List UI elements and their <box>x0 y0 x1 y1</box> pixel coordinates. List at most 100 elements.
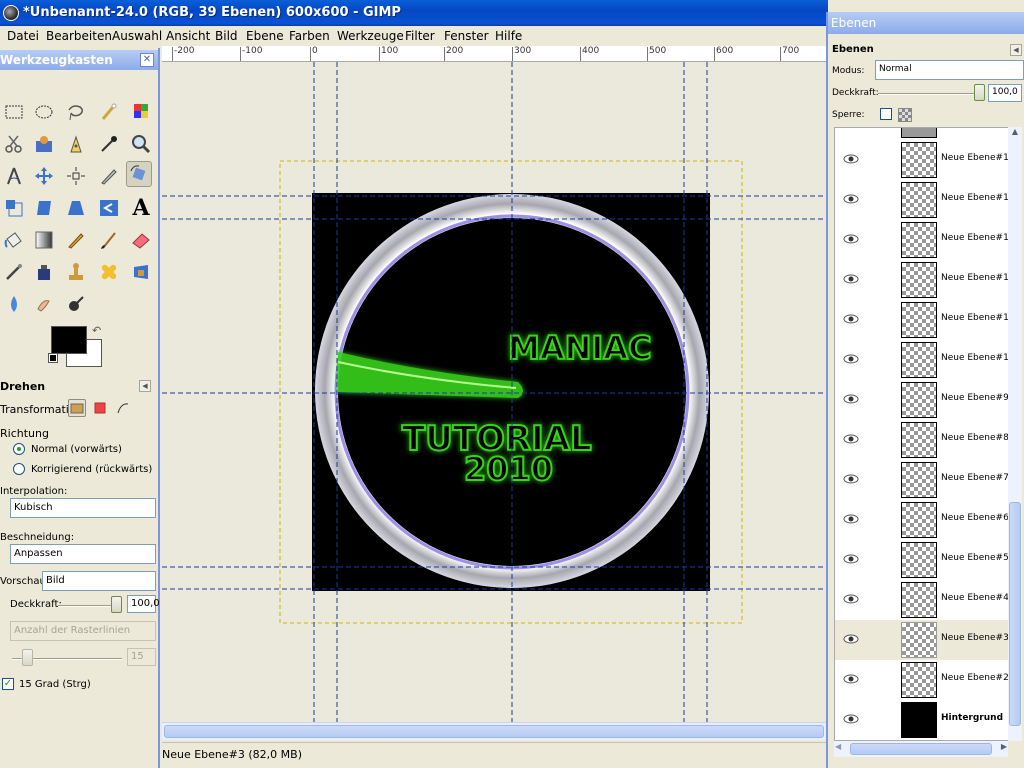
layers-titlebar[interactable]: Ebenen <box>828 12 1024 34</box>
blur-tool[interactable] <box>1 291 27 317</box>
layer-row[interactable]: Neue Ebene#9 <box>835 380 1013 420</box>
direction-forward-radio[interactable] <box>13 443 25 455</box>
clone-tool[interactable] <box>63 259 89 285</box>
airbrush-tool[interactable] <box>1 259 27 285</box>
zoom-tool[interactable] <box>128 131 154 157</box>
scroll-right-icon[interactable]: ▶ <box>1001 742 1007 751</box>
top-ruler[interactable]: -200 -100 0 100 200 300 400 500 600 700 <box>162 46 828 62</box>
layer-row[interactable]: Neue Ebene#10 <box>835 340 1013 380</box>
measure-tool[interactable] <box>1 163 27 189</box>
interpolation-select[interactable]: Kubisch <box>10 498 156 518</box>
pencil-tool[interactable] <box>63 227 89 253</box>
scroll-up-icon[interactable]: ▲ <box>1009 127 1021 141</box>
constrain-checkbox[interactable]: ✓ <box>2 678 14 690</box>
menu-farben[interactable]: Farben <box>289 29 330 43</box>
layers-horizontal-scrollbar[interactable]: ◀ ▶ <box>834 741 1008 757</box>
menu-hilfe[interactable]: Hilfe <box>495 29 522 43</box>
menu-filter[interactable]: Filter <box>405 29 435 43</box>
layer-row[interactable]: Neue Ebene#6 <box>835 500 1013 540</box>
lock-alpha-icon[interactable] <box>898 108 912 122</box>
layer-list[interactable]: Neue Ebene#15 Neue Ebene#14 Neue Ebene#1… <box>834 127 1014 741</box>
eraser-tool[interactable] <box>128 227 154 253</box>
lock-pixels-checkbox[interactable] <box>880 108 892 120</box>
perspective-tool[interactable] <box>63 195 89 221</box>
tab-menu-arrow-icon[interactable]: ◀ <box>1010 44 1022 56</box>
scroll-left-icon[interactable]: ◀ <box>835 742 841 751</box>
transform-layer-button[interactable] <box>68 399 86 417</box>
tab-menu-arrow-icon[interactable]: ◀ <box>139 380 151 392</box>
layer-row[interactable]: Neue Ebene#11 <box>835 300 1013 340</box>
scrollbar-thumb[interactable] <box>1009 502 1021 726</box>
menu-werkzeuge[interactable]: Werkzeuge <box>337 29 404 43</box>
layer-row[interactable]: Neue Ebene#4 <box>835 580 1013 620</box>
opacity-value-field[interactable]: 100,0 <box>127 595 160 613</box>
layer-opacity-slider-thumb[interactable] <box>974 84 985 101</box>
direction-backward-radio[interactable] <box>13 463 25 475</box>
ellipse-select-tool[interactable] <box>31 99 57 125</box>
perspective-clone-tool[interactable] <box>128 259 154 285</box>
crop-tool[interactable] <box>96 163 122 189</box>
layer-opacity-slider-track[interactable] <box>878 93 980 95</box>
image-canvas[interactable]: MANIAC TUTORIAL 2010 <box>162 62 828 722</box>
ruler-label: 700 <box>782 46 800 56</box>
toolbox-titlebar[interactable]: Werkzeugkasten ✕ <box>0 50 158 70</box>
layer-row[interactable]: Neue Ebene#12 <box>835 260 1013 300</box>
color-select-tool[interactable] <box>128 99 154 125</box>
align-tool[interactable] <box>63 163 89 189</box>
flip-tool[interactable] <box>96 195 122 221</box>
layer-opacity-field[interactable]: 100,0 <box>988 84 1022 102</box>
paintbrush-tool[interactable] <box>96 227 122 253</box>
gimp-app-icon[interactable] <box>3 5 19 21</box>
scrollbar-thumb[interactable] <box>164 725 824 738</box>
scrollbar-thumb[interactable] <box>850 743 992 755</box>
menu-bearbeiten[interactable]: Bearbeiten <box>46 29 112 43</box>
layer-row[interactable]: Hintergrund <box>835 700 1013 740</box>
dodge-burn-tool[interactable] <box>63 291 89 317</box>
layers-vertical-scrollbar[interactable]: ▲ <box>1008 127 1022 741</box>
opacity-slider-thumb[interactable] <box>111 596 122 613</box>
layer-row[interactable]: Neue Ebene#15 <box>835 140 1013 180</box>
layer-row[interactable]: Neue Ebene#13 <box>835 220 1013 260</box>
paths-tool[interactable] <box>63 131 89 157</box>
clipping-select[interactable]: Anpassen <box>10 544 156 564</box>
layer-row[interactable]: Neue Ebene#8 <box>835 420 1013 460</box>
transform-selection-button[interactable] <box>91 399 109 417</box>
layer-row-selected[interactable]: Neue Ebene#3 <box>835 620 1013 660</box>
menu-ebene[interactable]: Ebene <box>246 29 284 43</box>
scale-tool[interactable] <box>1 195 27 221</box>
scissors-tool[interactable] <box>1 131 27 157</box>
preview-select[interactable]: Bild <box>42 571 156 591</box>
layer-row[interactable]: Neue Ebene#2 <box>835 660 1013 700</box>
swap-colors-icon[interactable]: ↶ <box>92 324 101 337</box>
canvas-horizontal-scrollbar[interactable] <box>162 722 828 740</box>
close-icon[interactable]: ✕ <box>140 53 154 67</box>
window-titlebar[interactable]: *Unbenannt-24.0 (RGB, 39 Ebenen) 600x600… <box>0 0 828 26</box>
mode-select[interactable]: Normal <box>875 60 1024 80</box>
blend-tool[interactable] <box>31 227 57 253</box>
menu-bild[interactable]: Bild <box>215 29 238 43</box>
layer-row[interactable]: Neue Ebene#7 <box>835 460 1013 500</box>
menu-auswahl[interactable]: Auswahl <box>112 29 162 43</box>
menu-datei[interactable]: Datei <box>7 29 39 43</box>
ink-tool[interactable] <box>31 259 57 285</box>
text-tool[interactable]: A <box>128 195 154 221</box>
move-tool[interactable] <box>31 163 57 189</box>
default-colors-icon[interactable] <box>48 353 58 363</box>
layer-row[interactable]: Neue Ebene#14 <box>835 180 1013 220</box>
free-select-tool[interactable] <box>63 99 89 125</box>
shear-tool[interactable] <box>31 195 57 221</box>
heal-tool[interactable] <box>96 259 122 285</box>
bucket-fill-tool[interactable] <box>1 227 27 253</box>
rect-select-tool[interactable] <box>1 99 27 125</box>
smudge-tool[interactable] <box>31 291 57 317</box>
rotate-tool[interactable] <box>126 161 152 187</box>
foreground-select-tool[interactable] <box>31 131 57 157</box>
foreground-color-swatch[interactable] <box>51 326 87 354</box>
layer-row[interactable]: Neue Ebene#5 <box>835 540 1013 580</box>
menu-ansicht[interactable]: Ansicht <box>166 29 210 43</box>
menu-fenster[interactable]: Fenster <box>444 29 489 43</box>
transform-path-button[interactable] <box>114 399 132 417</box>
stamp-icon <box>69 263 83 280</box>
fuzzy-select-tool[interactable] <box>96 99 122 125</box>
color-picker-tool[interactable] <box>96 131 122 157</box>
